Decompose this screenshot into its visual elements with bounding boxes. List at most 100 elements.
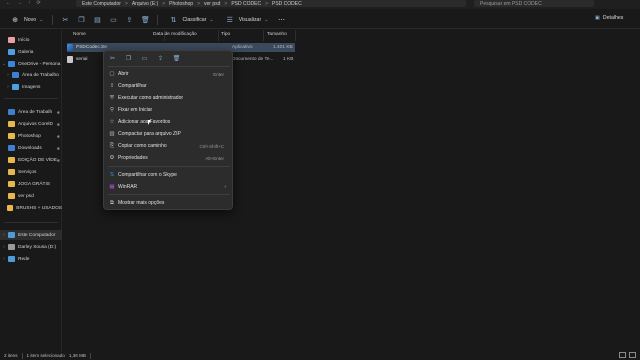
sidebar-item-services[interactable]: Serviços <box>0 167 62 177</box>
menu-item-pin-start[interactable]: ⚲ Fixar em Iniciar <box>106 105 232 115</box>
view-icon: ☰ <box>226 16 233 24</box>
rename-icon[interactable]: ▭ <box>107 14 119 26</box>
forward-icon[interactable]: → <box>17 0 22 6</box>
paste-icon[interactable]: ▤ <box>91 14 103 26</box>
chevron-right-icon: > <box>224 0 228 7</box>
sidebar-item-label: Downloads <box>18 145 42 151</box>
network-icon <box>8 256 15 262</box>
winrar-icon: ▦ <box>109 184 115 190</box>
chevron-right-icon[interactable]: › <box>4 72 12 78</box>
sidebar-item-label: Área de Trabalho <box>22 72 59 78</box>
pin-icon: ✱ <box>56 145 60 151</box>
delete-icon[interactable]: 🗑 <box>139 14 151 26</box>
folder-icon <box>8 121 15 127</box>
sidebar-item-drive-d[interactable]: › Darley Sousa (D:) <box>0 242 62 252</box>
delete-icon[interactable]: 🗑 <box>172 54 181 63</box>
sidebar-item-home[interactable]: Início <box>0 35 62 45</box>
more-options-icon: ⧉ <box>110 199 114 206</box>
chevron-right-icon[interactable]: › <box>0 244 8 250</box>
sidebar-item-joga-gratis[interactable]: JOGA GRÁTIS <box>0 179 62 189</box>
sidebar-item-desktop-onedrive[interactable]: › Área de Trabalho <box>0 70 62 80</box>
menu-item-compress-zip[interactable]: ▥ Compactar para arquivo ZIP <box>106 129 232 139</box>
share-icon[interactable]: ⇪ <box>123 14 135 26</box>
menu-item-copy-path[interactable]: ⎘ Copiar como caminho Ctrl+Shift+C <box>106 141 232 151</box>
mouse-cursor <box>148 120 151 125</box>
details-view-icon[interactable] <box>619 352 626 358</box>
status-size: 1,36 MB <box>68 353 86 358</box>
menu-item-label: Compartilhar <box>118 83 147 89</box>
column-header-size[interactable]: Tamanho <box>267 32 287 37</box>
chevron-down-icon: ⌄ <box>39 16 44 23</box>
chevron-down-icon: ⌄ <box>209 16 214 23</box>
details-label: Detalhes <box>602 15 624 21</box>
column-header-type[interactable]: Tipo <box>221 32 230 37</box>
chevron-right-icon[interactable]: › <box>0 232 8 238</box>
sidebar-item-this-pc[interactable]: › Este Computador <box>0 230 62 240</box>
rename-icon[interactable]: ▭ <box>140 54 149 63</box>
tiles-view-icon[interactable] <box>629 352 636 358</box>
sidebar-item-ver-psd[interactable]: ver psd <box>0 191 62 201</box>
breadcrumb-item[interactable]: ver psd <box>204 1 220 7</box>
status-item-count: 2 itens <box>4 353 18 358</box>
breadcrumb-item[interactable]: Este Computador <box>82 1 121 7</box>
breadcrumb-item[interactable]: PSD CODEC <box>231 1 261 7</box>
folder-icon <box>8 133 15 139</box>
share-icon[interactable]: ⇪ <box>156 54 165 63</box>
menu-item-show-more-options[interactable]: ⧉ Mostrar mais opções <box>106 198 232 208</box>
new-button[interactable]: ⊕ Novo ⌄ <box>6 12 46 28</box>
menu-item-properties[interactable]: ⚙ Propriedades Alt+Enter <box>106 153 232 163</box>
view-button[interactable]: ☰ Visualizar ⌄ <box>221 12 272 28</box>
chevron-down-icon[interactable]: ⌄ <box>0 61 8 67</box>
chevron-right-icon: > <box>265 0 268 7</box>
sidebar-item-coreldraw[interactable]: Arquivos CorelD ✱ <box>0 119 62 129</box>
menu-item-shortcut: Enter <box>213 71 224 77</box>
chevron-right-icon[interactable]: › <box>4 84 12 90</box>
folder-icon <box>8 193 15 199</box>
menu-item-winrar[interactable]: ▦ WinRAR › <box>106 182 232 192</box>
copy-icon[interactable]: ❐ <box>75 14 87 26</box>
back-icon[interactable]: ← <box>6 0 11 6</box>
menu-item-label: WinRAR <box>118 184 138 190</box>
sidebar-item-onedrive[interactable]: ⌄ OneDrive - Persona <box>0 59 62 69</box>
sidebar-item-label: Darley Sousa (D:) <box>18 244 57 250</box>
column-divider[interactable] <box>218 30 219 41</box>
column-header-modified[interactable]: Data de modificação <box>153 32 197 37</box>
details-button[interactable]: ▣ Detalhes <box>595 15 623 21</box>
up-icon[interactable]: ↑ <box>28 0 31 6</box>
copy-icon[interactable]: ❐ <box>124 54 133 63</box>
command-toolbar: ⊕ Novo ⌄ ✂ ❐ ▤ ▭ ⇪ 🗑 ⇅ Classificar ⌄ ☰ V… <box>0 11 640 29</box>
sidebar-item-images[interactable]: › Imagens <box>0 82 62 92</box>
sidebar-item-gallery[interactable]: Galeria <box>0 47 62 57</box>
more-options-icon[interactable]: ⋯ <box>276 14 288 26</box>
sidebar-item-label: OneDrive - Persona <box>18 61 61 67</box>
breadcrumb-item[interactable]: Photoshop <box>169 1 193 7</box>
sidebar-divider <box>4 98 58 99</box>
column-header-name[interactable]: Nome <box>73 32 86 37</box>
sidebar-item-downloads[interactable]: Downloads ✱ <box>0 143 62 153</box>
sidebar-item-photoshop[interactable]: Photoshop ✱ <box>0 131 62 141</box>
menu-item-label: Compartilhar com o Skype <box>118 172 177 178</box>
address-field[interactable]: Este Computador > Arquivo (E:) > Photosh… <box>76 0 466 7</box>
menu-item-share[interactable]: ⇪ Compartilhar <box>106 81 232 91</box>
breadcrumb-item[interactable]: Arquivo (E:) <box>132 1 158 7</box>
column-divider[interactable] <box>295 30 296 41</box>
menu-item-share-skype[interactable]: S Compartilhar com o Skype <box>106 170 232 180</box>
chevron-right-icon[interactable]: › <box>0 256 8 262</box>
sort-button[interactable]: ⇅ Classificar ⌄ <box>164 12 216 28</box>
search-input[interactable]: Pesquisar em PSD CODEC <box>474 0 594 7</box>
sidebar-item-network[interactable]: › Rede <box>0 254 62 264</box>
sidebar-item-desktop[interactable]: Área de Trabalh ✱ <box>0 107 62 117</box>
folder-icon <box>7 205 14 211</box>
column-divider[interactable] <box>263 30 264 41</box>
menu-item-run-as-admin[interactable]: ⛨ Executar como administrador <box>106 93 232 103</box>
cut-icon[interactable]: ✂ <box>108 54 117 63</box>
sidebar-item-video-editing[interactable]: EDIÇÃO DE VÍDE ✱ <box>0 155 62 165</box>
view-toggles <box>619 352 636 358</box>
sort-icon: ⇅ <box>170 16 177 24</box>
refresh-icon[interactable]: ⟳ <box>37 0 41 6</box>
breadcrumb-item[interactable]: PSD CODEC <box>272 1 302 7</box>
sidebar-item-brushs[interactable]: BRUSHS + USADOS <box>0 203 62 213</box>
cut-icon[interactable]: ✂ <box>59 14 71 26</box>
menu-item-open[interactable]: ▢ Abrir Enter <box>106 69 232 79</box>
menu-item-add-favorites[interactable]: ☆ Adicionar aos Favoritos <box>106 117 232 127</box>
